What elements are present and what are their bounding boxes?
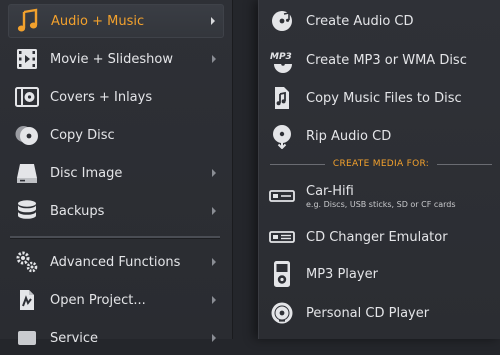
submenu-item-label: Car-Hifi bbox=[306, 183, 354, 199]
music-file-icon bbox=[268, 84, 296, 112]
submenu-item-car-hifi[interactable]: Car-Hifi e.g. Discs, USB sticks, SD or C… bbox=[268, 180, 494, 212]
menu-item-audio-music[interactable]: Audio + Music bbox=[8, 4, 224, 38]
cover-inlay-icon bbox=[12, 82, 42, 112]
submenu-item-label: CD Changer Emulator bbox=[306, 229, 448, 245]
car-hifi-hint: e.g. Discs, USB sticks, SD or CF cards bbox=[306, 199, 456, 209]
menu-item-copy-disc[interactable]: Copy Disc bbox=[8, 118, 224, 152]
database-icon bbox=[12, 196, 42, 226]
chevron-right-icon bbox=[212, 55, 216, 63]
menu-item-backups[interactable]: Backups bbox=[8, 194, 224, 228]
menu-item-label: Copy Disc bbox=[50, 127, 115, 143]
menu-item-label: Audio + Music bbox=[51, 13, 145, 29]
submenu-item-create-mp3-wma-disc[interactable]: MP3 Create MP3 or WMA Disc bbox=[268, 44, 494, 76]
menu-item-covers-inlays[interactable]: Covers + Inlays bbox=[8, 80, 224, 114]
create-media-section-header: CREATE MEDIA FOR: bbox=[270, 157, 492, 171]
submenu-item-label: Create MP3 or WMA Disc bbox=[306, 52, 467, 68]
menu-item-open-project[interactable]: Open Project... bbox=[8, 283, 224, 317]
menu-item-advanced-functions[interactable]: Advanced Functions bbox=[8, 245, 224, 279]
chevron-right-icon bbox=[212, 169, 216, 177]
menu-item-label: Open Project... bbox=[50, 292, 146, 308]
submenu-item-label: Create Audio CD bbox=[306, 13, 414, 29]
cd-changer-icon bbox=[268, 223, 296, 251]
music-note-icon bbox=[13, 6, 43, 36]
submenu-item-cd-changer-emulator[interactable]: CD Changer Emulator bbox=[268, 221, 494, 253]
section-title: CREATE MEDIA FOR: bbox=[332, 159, 430, 169]
open-project-icon bbox=[12, 285, 42, 315]
section-line-left bbox=[270, 163, 325, 165]
submenu-item-label: Copy Music Files to Disc bbox=[306, 90, 462, 106]
submenu-item-label: Personal CD Player bbox=[306, 305, 430, 321]
menu-item-label: Backups bbox=[50, 203, 105, 219]
submenu-item-create-audio-cd[interactable]: Create Audio CD bbox=[268, 5, 494, 37]
menu-item-service[interactable]: Service bbox=[8, 321, 224, 355]
menu-divider bbox=[10, 236, 220, 239]
mp3-disc-icon: MP3 bbox=[268, 46, 296, 74]
svg-text:MP3: MP3 bbox=[270, 52, 292, 62]
service-icon bbox=[12, 323, 42, 353]
film-strip-icon bbox=[12, 44, 42, 74]
rip-cd-icon bbox=[268, 122, 296, 150]
gears-icon bbox=[12, 247, 42, 277]
menu-item-label: Service bbox=[50, 330, 99, 346]
chevron-right-icon bbox=[212, 207, 216, 215]
mp3-player-icon bbox=[268, 260, 296, 288]
menu-item-label: Covers + Inlays bbox=[50, 89, 153, 105]
chevron-right-icon bbox=[211, 17, 215, 25]
car-hifi-icon bbox=[268, 182, 296, 210]
section-line-right bbox=[437, 163, 492, 165]
submenu-item-label: MP3 Player bbox=[306, 266, 378, 282]
submenu-item-copy-music-files[interactable]: Copy Music Files to Disc bbox=[268, 82, 494, 114]
disc-image-icon bbox=[12, 158, 42, 188]
submenu-item-rip-audio-cd[interactable]: Rip Audio CD bbox=[268, 120, 494, 152]
main-menu: Audio + Music Movie + Slideshow Covers +… bbox=[0, 0, 233, 346]
chevron-right-icon bbox=[212, 258, 216, 266]
menu-item-movie-slideshow[interactable]: Movie + Slideshow bbox=[8, 42, 224, 76]
submenu-item-mp3-player[interactable]: MP3 Player bbox=[268, 258, 494, 290]
menu-item-label: Advanced Functions bbox=[50, 254, 181, 270]
submenu-item-label: Rip Audio CD bbox=[306, 128, 392, 144]
menu-item-disc-image[interactable]: Disc Image bbox=[8, 156, 224, 190]
menu-item-label: Movie + Slideshow bbox=[50, 51, 173, 67]
audio-cd-icon bbox=[268, 7, 296, 35]
menu-item-label: Disc Image bbox=[50, 165, 123, 181]
copy-disc-icon bbox=[12, 120, 42, 150]
submenu-item-personal-cd-player[interactable]: Personal CD Player bbox=[268, 297, 494, 329]
car-hifi-text: Car-Hifi e.g. Discs, USB sticks, SD or C… bbox=[306, 184, 456, 209]
chevron-right-icon bbox=[212, 334, 216, 342]
cd-player-icon bbox=[268, 299, 296, 327]
chevron-right-icon bbox=[212, 296, 216, 304]
